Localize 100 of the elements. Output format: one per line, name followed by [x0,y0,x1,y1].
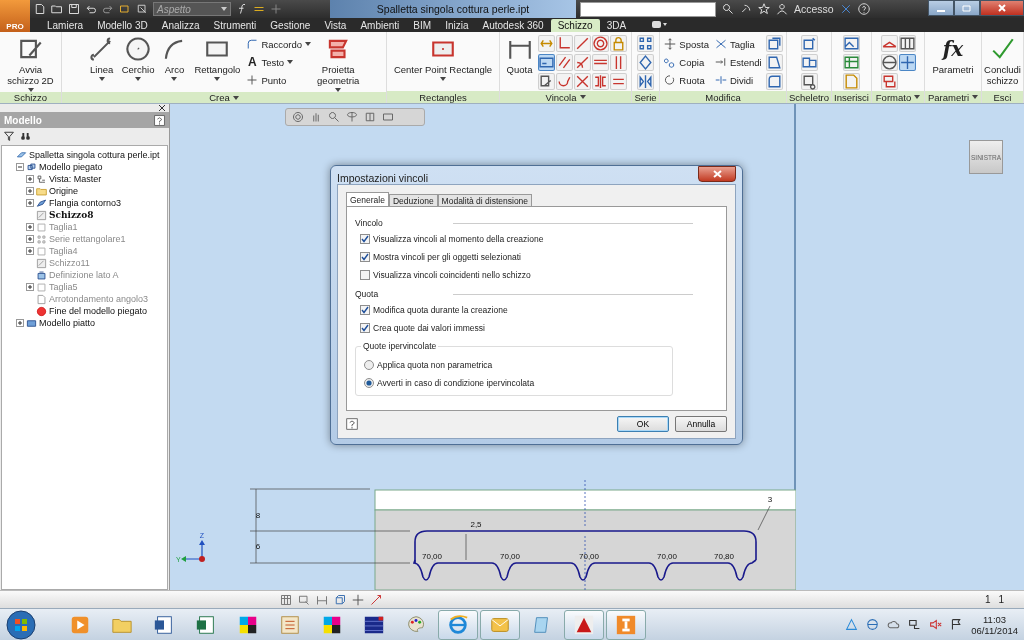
spreadsheet-icon[interactable] [843,54,860,71]
group-label[interactable]: Crea [62,92,386,103]
symmetric-icon[interactable] [591,73,609,90]
tree-item[interactable]: Taglia4 [49,246,78,256]
ribbon-tab[interactable]: Vista [317,19,354,32]
ribbon-button[interactable]: Linea [86,35,117,82]
vertical-icon[interactable] [609,54,627,71]
tree-item[interactable]: Spalletta singola cottura perle.ipt [29,150,160,160]
smooth-icon[interactable] [555,73,573,90]
circular-pattern-icon[interactable] [637,54,654,71]
block-icon[interactable] [800,54,818,71]
triangle-icon[interactable] [845,618,859,631]
document-icon[interactable] [153,613,175,636]
ribbon-tab[interactable]: Analizza [154,19,207,32]
clock[interactable]: 11:03 06/11/2014 [971,613,1018,636]
expand-toggle[interactable] [26,247,34,255]
new-file-icon[interactable] [34,3,46,15]
function-icon[interactable] [236,3,248,15]
spreadsheet-icon[interactable] [195,613,217,636]
show-constraints-icon[interactable] [537,73,555,90]
network-icon[interactable] [908,618,922,631]
crosshair-icon[interactable] [898,54,916,71]
block-icon[interactable] [800,35,818,52]
filter-icon[interactable] [4,130,14,141]
ribbon-button[interactable]: Center Point Rectangle [391,35,495,82]
group-label[interactable]: Formato [872,91,924,103]
ribbon-button[interactable]: Avvia schizzo 2D [5,35,56,93]
ribbon-button[interactable]: Ruota [663,71,710,89]
look-at-icon[interactable] [364,111,376,123]
expand-toggle[interactable] [26,235,34,243]
dialog-tab[interactable]: Deduzione [388,194,438,206]
offset-icon[interactable] [765,73,783,90]
ribbon-tab[interactable]: Ambienti [353,19,407,32]
expand-toggle[interactable] [26,187,34,195]
restore-button[interactable] [954,0,980,16]
speaker-muted-icon[interactable] [929,618,943,631]
expand-toggle[interactable] [26,199,34,207]
ribbon-button[interactable]: Concludi schizzo [982,35,1023,87]
dialog-button[interactable]: OK [617,416,669,432]
application-button[interactable]: PRO [0,0,30,32]
checkbox[interactable] [360,305,370,315]
swap-icon[interactable] [880,73,898,90]
ribbon-tab[interactable]: Autodesk 360 [475,19,551,32]
tree-item[interactable]: Schizzo8 [49,210,94,220]
stretch-icon[interactable] [765,54,783,71]
tree-item[interactable]: Vista: Master [49,174,102,184]
perpendicular-icon[interactable] [555,35,573,52]
ribbon-tab[interactable]: BIM [406,19,439,32]
expand-toggle[interactable] [26,223,34,231]
cube-icon[interactable] [334,593,346,606]
tree-item[interactable]: Taglia1 [49,222,78,232]
binoculars-icon[interactable] [20,130,31,141]
angle-lines-icon[interactable] [880,35,898,52]
tree-item[interactable]: Origine [49,186,78,196]
scale-icon[interactable] [765,35,783,52]
ribbon-button[interactable]: Cerchio [119,35,157,82]
ribbon-button[interactable]: fx Parametri [930,35,976,76]
dialog-tab[interactable]: Modalità di distensione [437,194,533,206]
ribbon-button[interactable]: Quota [504,35,535,76]
concentric-icon[interactable] [591,35,609,52]
tree-item[interactable]: Arrotondamento angolo3 [49,294,149,304]
tree-item[interactable]: Serie rettangolare1 [49,234,126,244]
tree-item[interactable]: Modello piatto [39,318,96,328]
radio-button[interactable] [364,360,374,370]
ribbon-tab[interactable]: Schizzo [550,19,600,32]
rectangular-pattern-icon[interactable] [637,35,654,52]
move-icon[interactable] [352,593,364,606]
expand-toggle[interactable] [26,283,34,291]
grid-snap-icon[interactable] [280,593,292,606]
parallel-icon[interactable] [555,54,573,71]
sign-in-link[interactable]: Accesso [794,3,834,15]
close-button[interactable] [698,166,736,182]
tree-item[interactable]: Flangia contorno3 [49,198,122,208]
ribbon-tab[interactable]: Strumenti [206,19,264,32]
satellite-icon[interactable] [740,3,752,15]
tree-item[interactable]: Definizione lato A [49,270,119,280]
dialog-tab[interactable]: Generale [346,192,389,206]
exchange-icon[interactable] [839,3,852,15]
tree-item[interactable]: Modello piegato [39,162,103,172]
tangent-icon[interactable] [573,54,591,71]
ribbon-button[interactable]: Punto [245,71,313,89]
ribbon-button[interactable]: Dividi [713,71,763,89]
inference-icon[interactable] [298,593,310,606]
group-label[interactable]: Vincola [500,91,631,103]
ribbon-button[interactable]: A Testo [245,53,313,71]
coincident-icon[interactable] [573,35,591,52]
horizontal-icon[interactable] [591,54,609,71]
block-icon[interactable] [800,73,818,90]
lock-icon[interactable] [609,35,627,52]
radio-button[interactable] [364,378,374,388]
cloud-icon[interactable] [887,618,901,631]
steering-wheel-icon[interactable] [292,111,304,123]
crossed-lines-icon[interactable] [573,73,591,90]
ribbon-button[interactable]: Taglia [713,35,763,53]
search-icon[interactable] [722,3,734,15]
help-icon[interactable] [154,114,165,126]
ribbon-tab[interactable]: Inizia [438,19,476,32]
ribbon-tab[interactable]: Modello 3D [90,19,155,32]
star-icon[interactable] [758,3,770,15]
ribbon-button[interactable]: Proietta geometria [315,35,362,93]
